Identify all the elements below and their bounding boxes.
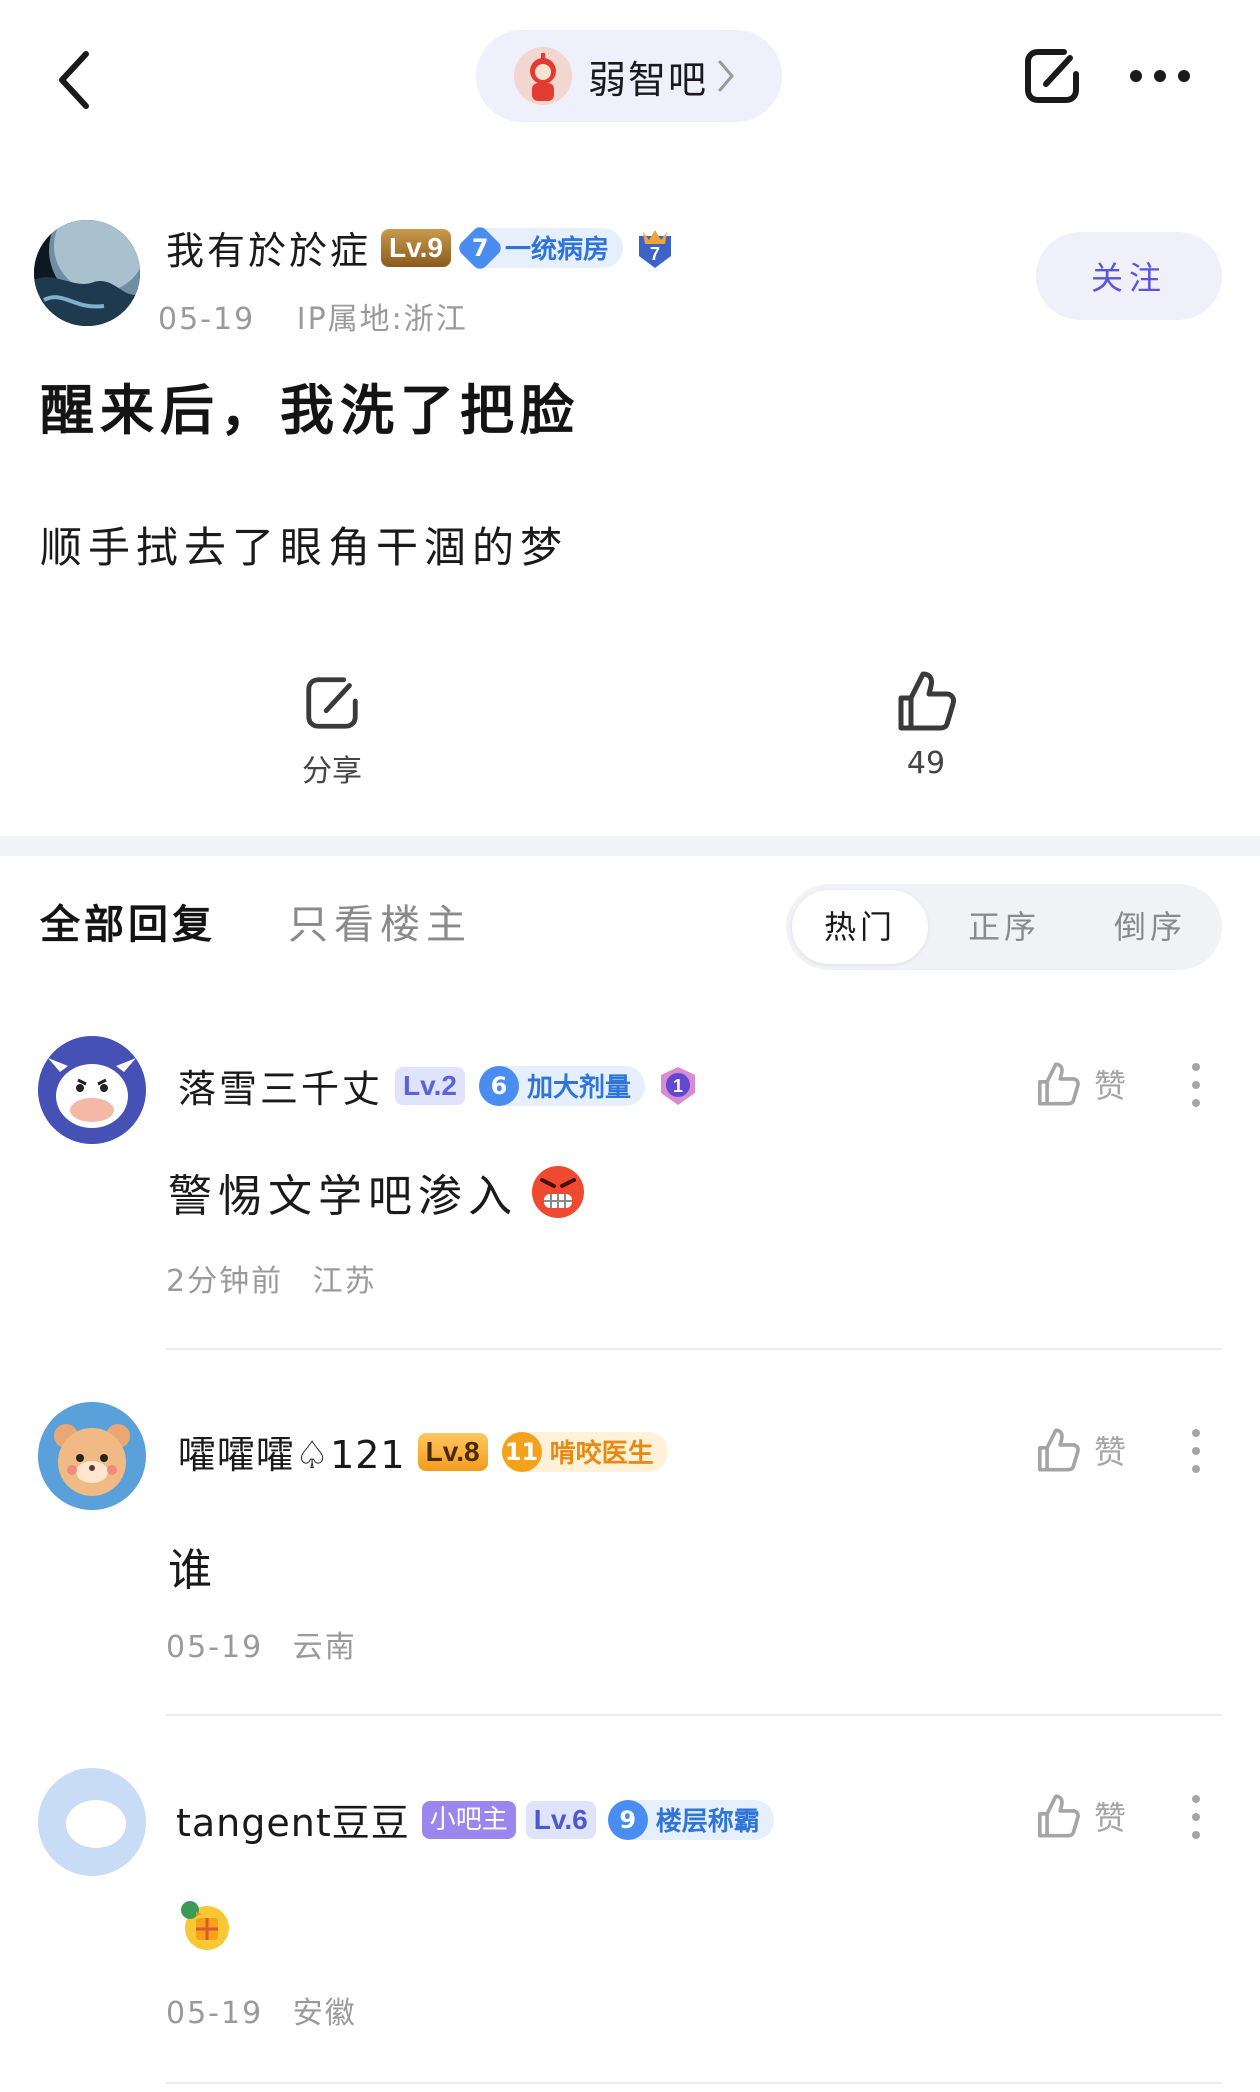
sort-desc[interactable]: 倒序	[1082, 884, 1218, 970]
moderator-badge: 小吧主	[421, 1800, 516, 1839]
comment-author-name[interactable]: 落雪三千丈	[178, 1058, 383, 1113]
comment-author-line: tangent豆豆 小吧主 Lv.6 9 楼层称霸	[176, 1792, 774, 1847]
comment-more-icon[interactable]	[1190, 1428, 1202, 1474]
comment-like-button[interactable]: 赞	[1034, 1060, 1126, 1108]
tab-op-only[interactable]: 只看楼主	[288, 892, 472, 950]
follow-button[interactable]: 关注	[1036, 232, 1222, 320]
comment-divider	[166, 1714, 1222, 1716]
medal-icon: 1	[660, 1066, 695, 1105]
level-badge: Lv.9	[381, 228, 451, 267]
forum-header-button[interactable]: 弱智吧	[476, 30, 782, 122]
angry-face-icon	[532, 1166, 584, 1218]
post-date: 05-19	[158, 302, 256, 337]
share-label: 分享	[302, 754, 362, 789]
comment-divider	[166, 2082, 1222, 2084]
comment-author-line: 嚯嚯嚯♤121 Lv.8 11 啃咬医生	[178, 1424, 668, 1479]
comment-meta: 05-19 安徽	[166, 1988, 357, 2032]
comment-body: 警惕文学吧渗入	[168, 1160, 586, 1224]
thumbs-up-icon	[898, 671, 956, 731]
chevron-right-icon	[718, 60, 734, 92]
tab-all-replies[interactable]: 全部回复	[40, 892, 216, 950]
gift-bird-icon	[181, 1901, 229, 1950]
comment-more-icon[interactable]	[1190, 1062, 1202, 1108]
comment-meta: 2分钟前 江苏	[166, 1256, 377, 1300]
forum-name: 弱智吧	[588, 57, 709, 102]
like-action[interactable]: 49	[876, 668, 976, 781]
comment-text: 谁	[168, 1545, 218, 1596]
ip-location: IP属地:浙江	[296, 302, 468, 337]
comment-location: 江苏	[312, 1264, 377, 1299]
comment-location: 安徽	[292, 1996, 357, 2031]
level-badge: Lv.2	[395, 1066, 465, 1105]
comment-author-name[interactable]: tangent豆豆	[176, 1792, 410, 1847]
share-icon[interactable]	[1020, 44, 1084, 108]
title-badge: 7 一统病房	[455, 223, 623, 272]
medal-icon: 7	[638, 229, 671, 268]
comment-avatar[interactable]	[38, 1402, 146, 1510]
thumbs-up-icon	[1038, 1428, 1080, 1472]
like-label: 赞	[1094, 1433, 1127, 1471]
thumbs-up-icon	[1038, 1794, 1080, 1838]
title-badge: 11 啃咬医生	[501, 1431, 668, 1472]
sort-toggle: 热门 正序 倒序	[786, 884, 1222, 970]
comment-time: 05-19	[166, 1630, 264, 1665]
more-options-icon[interactable]	[1128, 62, 1192, 90]
like-label: 赞	[1094, 1067, 1127, 1105]
title-badge: 9 楼层称霸	[607, 1799, 774, 1840]
share-action[interactable]: 分享	[282, 672, 382, 790]
like-label: 赞	[1094, 1799, 1127, 1837]
comment-author-line: 落雪三千丈 Lv.2 6 加大剂量 1	[178, 1058, 699, 1113]
like-count: 49	[906, 746, 946, 781]
post-body: 顺手拭去了眼角干涸的梦	[40, 523, 569, 572]
forum-avatar	[514, 47, 572, 105]
sort-asc[interactable]: 正序	[936, 884, 1072, 970]
comment-author-name[interactable]: 嚯嚯嚯♤121	[178, 1424, 406, 1479]
sort-hot[interactable]: 热门	[792, 890, 928, 964]
thumbs-up-icon	[1038, 1062, 1080, 1106]
back-arrow-icon[interactable]	[50, 48, 102, 112]
svg-text:1: 1	[673, 1076, 683, 1096]
title-badge: 6 加大剂量	[478, 1065, 645, 1106]
author-line: 我有於於症 Lv.9 7 一统病房 7	[166, 220, 677, 275]
comment-like-button[interactable]: 赞	[1034, 1792, 1126, 1840]
author-avatar[interactable]	[34, 220, 140, 326]
comment-time: 2分钟前	[166, 1264, 284, 1299]
share-icon	[306, 677, 358, 729]
post-title: 醒来后，我洗了把脸	[40, 378, 580, 442]
section-divider	[0, 836, 1260, 856]
comment-more-icon[interactable]	[1190, 1794, 1202, 1840]
author-name[interactable]: 我有於於症	[166, 220, 371, 275]
comment-text: 警惕文学吧渗入	[168, 1171, 518, 1222]
author-meta: 05-19 IP属地:浙江	[158, 294, 468, 338]
level-badge: Lv.6	[525, 1800, 596, 1839]
comment-location: 云南	[292, 1630, 357, 1665]
comment-avatar[interactable]	[38, 1036, 146, 1144]
svg-text:7: 7	[650, 244, 660, 264]
comment-divider	[166, 1348, 1222, 1350]
level-badge: Lv.8	[417, 1432, 488, 1471]
comment-time: 05-19	[166, 1996, 264, 2031]
comment-meta: 05-19 云南	[166, 1622, 357, 1666]
comment-like-button[interactable]: 赞	[1034, 1426, 1126, 1474]
comment-avatar[interactable]	[38, 1768, 146, 1876]
